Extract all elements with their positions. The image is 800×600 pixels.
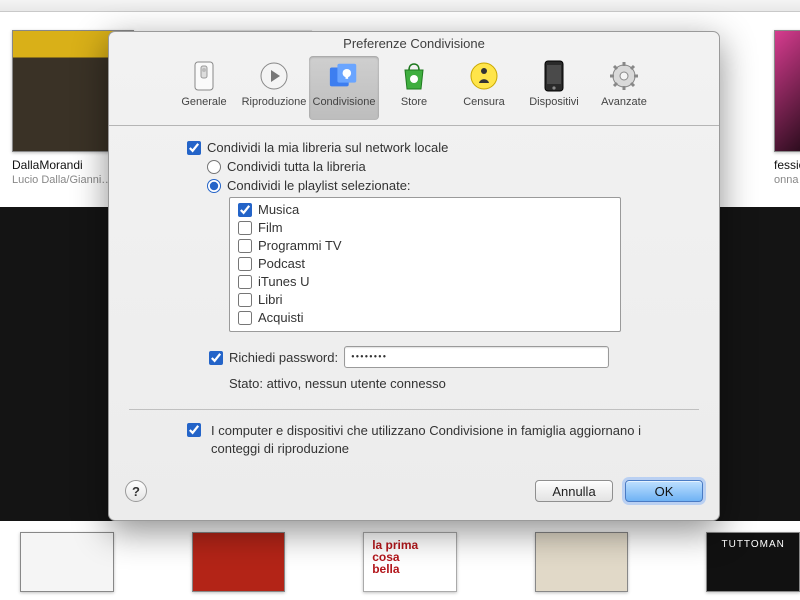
playlist-label: Musica	[258, 202, 299, 217]
status-text: Stato: attivo, nessun utente connesso	[229, 376, 699, 391]
playlist-checkbox[interactable]	[238, 311, 252, 325]
ok-button[interactable]: OK	[625, 480, 703, 502]
playlist-checkbox[interactable]	[238, 257, 252, 271]
album-subtitle: onna	[774, 174, 800, 186]
require-password-label: Richiedi password:	[229, 350, 338, 365]
tab-devices[interactable]: Dispositivi	[519, 56, 589, 120]
preferences-toolbar: Generale Riproduzione Condivisione Store…	[109, 56, 719, 126]
password-row: Richiedi password:	[209, 346, 699, 368]
playlist-label: Acquisti	[258, 310, 304, 325]
play-icon	[258, 60, 290, 92]
tab-label: Riproduzione	[242, 96, 307, 108]
device-icon	[538, 60, 570, 92]
album-cover	[774, 30, 800, 152]
cancel-button[interactable]: Annulla	[535, 480, 613, 502]
list-item[interactable]: Film	[230, 218, 620, 236]
tab-label: Censura	[463, 96, 505, 108]
gear-icon	[608, 60, 640, 92]
help-button[interactable]: ?	[125, 480, 147, 502]
list-item[interactable]: Podcast	[230, 254, 620, 272]
album-cover[interactable]: la primacosabella	[363, 532, 457, 592]
playlist-label: Film	[258, 220, 283, 235]
switch-icon	[188, 60, 220, 92]
require-password-checkbox[interactable]	[209, 351, 223, 365]
album-title: fessions on	[774, 158, 800, 172]
sharing-icon	[328, 60, 360, 92]
tab-sharing[interactable]: Condivisione	[309, 56, 379, 120]
dialog-content: Condividi la mia libreria sul network lo…	[129, 132, 699, 462]
share-library-row: Condividi la mia libreria sul network lo…	[187, 140, 699, 155]
playlist-label: Programmi TV	[258, 238, 342, 253]
share-selected-radio[interactable]	[207, 179, 221, 193]
share-all-row: Condividi tutta la libreria	[207, 159, 699, 174]
parental-icon	[468, 60, 500, 92]
list-item[interactable]: Acquisti	[230, 308, 620, 326]
tab-label: Dispositivi	[529, 96, 579, 108]
album-cover[interactable]	[20, 532, 114, 592]
list-item[interactable]: iTunes U	[230, 272, 620, 290]
tab-parental[interactable]: Censura	[449, 56, 519, 120]
app-topbar	[0, 0, 800, 12]
album-item[interactable]: fessions on onna	[774, 30, 800, 186]
list-item[interactable]: Programmi TV	[230, 236, 620, 254]
password-input[interactable]	[344, 346, 609, 368]
playlist-checkbox[interactable]	[238, 221, 252, 235]
list-item[interactable]: Libri	[230, 290, 620, 308]
dialog-footer: ? Annulla OK	[125, 476, 703, 506]
home-sharing-checkbox[interactable]	[187, 423, 201, 437]
share-all-radio[interactable]	[207, 160, 221, 174]
album-cover[interactable]	[535, 532, 629, 592]
tab-playback[interactable]: Riproduzione	[239, 56, 309, 120]
share-all-label: Condividi tutta la libreria	[227, 159, 366, 174]
divider	[129, 409, 699, 410]
playlist-checkbox[interactable]	[238, 293, 252, 307]
list-item[interactable]: Musica	[230, 200, 620, 218]
playlist-listbox[interactable]: Musica Film Programmi TV Podcast iTunes …	[229, 197, 621, 332]
tab-label: Store	[401, 96, 427, 108]
playlist-checkbox[interactable]	[238, 275, 252, 289]
share-library-checkbox[interactable]	[187, 141, 201, 155]
tab-general[interactable]: Generale	[169, 56, 239, 120]
share-selected-row: Condividi le playlist selezionate:	[207, 178, 699, 193]
playlist-checkbox[interactable]	[238, 239, 252, 253]
home-sharing-label: I computer e dispositivi che utilizzano …	[211, 422, 641, 457]
album-cover[interactable]: TUTTOMAN	[706, 532, 800, 592]
preferences-dialog: Preferenze Condivisione Generale Riprodu…	[108, 31, 720, 521]
home-sharing-row: I computer e dispositivi che utilizzano …	[187, 422, 699, 457]
tab-advanced[interactable]: Avanzate	[589, 56, 659, 120]
playlist-label: iTunes U	[258, 274, 310, 289]
share-selected-label: Condividi le playlist selezionate:	[227, 178, 411, 193]
dialog-title: Preferenze Condivisione	[109, 32, 719, 56]
question-icon: ?	[132, 484, 140, 499]
playlist-label: Libri	[258, 292, 283, 307]
tab-label: Generale	[181, 96, 226, 108]
playlist-checkbox[interactable]	[238, 203, 252, 217]
playlist-label: Podcast	[258, 256, 305, 271]
tab-label: Avanzate	[601, 96, 647, 108]
album-cover-text: la primacosabella	[372, 539, 418, 575]
album-cover[interactable]	[192, 532, 286, 592]
tab-store[interactable]: Store	[379, 56, 449, 120]
album-row-bottom: la primacosabella TUTTOMAN	[0, 532, 800, 592]
tab-label: Condivisione	[313, 96, 376, 108]
share-library-label: Condividi la mia libreria sul network lo…	[207, 140, 448, 155]
bag-icon	[398, 60, 430, 92]
